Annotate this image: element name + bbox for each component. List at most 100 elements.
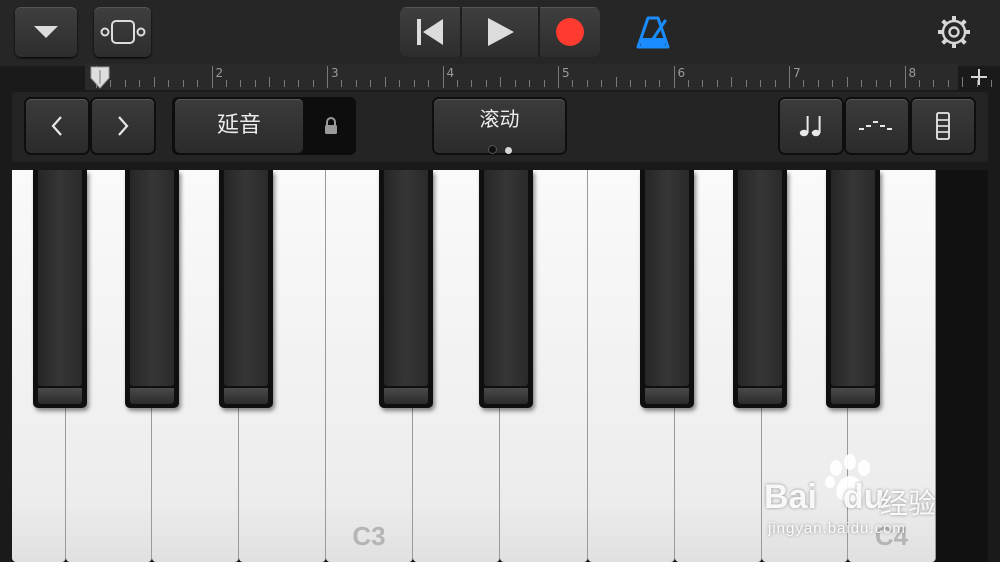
play-icon [488, 18, 514, 46]
chevron-left-icon [51, 116, 62, 136]
ruler-bar-number: 4 [446, 66, 455, 80]
transport-controls [400, 7, 600, 57]
black-key[interactable] [219, 170, 273, 408]
ruler-beat-tick [225, 80, 227, 87]
ruler-beat-tick [456, 80, 458, 87]
ruler-beat-tick [384, 77, 386, 87]
ruler-bar-number: 7 [793, 66, 801, 80]
arpeggiator-button[interactable] [846, 99, 908, 153]
scroll-label: 滚动 [479, 107, 520, 131]
chevron-right-icon [118, 116, 129, 136]
ruler-beat-tick [687, 80, 689, 87]
black-key-lip [738, 388, 782, 404]
ruler-beat-tick [370, 80, 372, 87]
ruler-beat-tick [485, 80, 487, 87]
ruler-bar-tick [327, 66, 328, 88]
ruler-bar-number: 8 [908, 66, 917, 80]
black-key[interactable] [125, 170, 179, 408]
ruler-beat-tick [543, 80, 545, 87]
ruler-beat-tick [240, 80, 242, 87]
record-icon [556, 18, 584, 46]
sustain-group: 延音 [172, 97, 356, 155]
watermark-brand: Bai du [764, 478, 884, 517]
ruler-bar-tick [789, 66, 790, 88]
black-key-face [645, 170, 689, 386]
dropdown-button[interactable] [15, 7, 77, 57]
ruler-beat-tick [861, 80, 863, 87]
ruler-beat-tick [254, 80, 256, 87]
go-to-beginning-icon [417, 19, 443, 45]
ruler-beat-tick [110, 80, 112, 87]
ruler-beat-tick [644, 80, 646, 87]
ruler-beat-tick [659, 80, 661, 87]
black-key-lip [384, 388, 428, 404]
ruler-beat-tick [630, 80, 632, 87]
keyboard-size-button[interactable] [912, 99, 974, 153]
black-key[interactable] [640, 170, 694, 408]
go-to-beginning-button[interactable] [400, 7, 460, 57]
ruler-bar-number: 6 [677, 66, 686, 80]
black-key[interactable] [379, 170, 433, 408]
octave-down-button[interactable] [26, 99, 88, 153]
octave-up-button[interactable] [92, 99, 154, 153]
ruler-beat-tick [283, 80, 285, 87]
chevron-down-icon [34, 26, 58, 38]
ruler-beat-tick [428, 80, 430, 87]
key-note-label: C3 [352, 521, 386, 551]
play-button[interactable] [462, 7, 538, 57]
baidu-jingyan-watermark: Bai du 经验 jingyan.baidu.com [764, 452, 994, 542]
ruler-beat-tick [355, 80, 357, 87]
gear-icon[interactable] [936, 14, 972, 50]
black-key[interactable] [733, 170, 787, 408]
ruler-beat-tick [197, 80, 199, 87]
ruler-beat-tick [500, 77, 502, 87]
scroll-button[interactable]: 滚动 [434, 99, 565, 154]
ruler-bar-tick [442, 66, 444, 88]
playhead-marker[interactable] [90, 66, 110, 90]
ruler-beat-tick [153, 77, 155, 87]
note-values-button[interactable] [780, 99, 842, 153]
view-toggle-button[interactable] [94, 7, 151, 57]
top-toolbar [0, 0, 1000, 66]
ruler-bar-tick [558, 66, 559, 88]
ruler-beat-tick [269, 77, 271, 87]
black-key-face [224, 170, 268, 386]
ruler-beat-tick [298, 80, 300, 87]
lock-icon[interactable] [323, 117, 339, 135]
ruler-beat-tick [182, 80, 184, 87]
ruler-beat-tick [399, 80, 401, 87]
black-key-lip [224, 388, 268, 404]
black-key[interactable] [33, 170, 87, 408]
ruler-beat-tick [529, 80, 531, 87]
black-key-face [738, 170, 782, 386]
ruler-beat-tick [760, 80, 762, 87]
arpeggiator-icon [859, 121, 892, 130]
ruler-beat-tick [139, 80, 141, 87]
black-key[interactable] [479, 170, 533, 408]
ruler-beat-tick [514, 80, 516, 87]
ruler-beat-tick [341, 80, 343, 87]
ruler-beat-tick [817, 80, 819, 87]
ruler-bar-number: 2 [215, 66, 224, 80]
black-key[interactable] [826, 170, 880, 408]
metronome-icon[interactable] [636, 16, 670, 50]
ruler-beat-tick [572, 80, 574, 87]
ruler-beat-tick [745, 80, 747, 87]
page-dot-active [504, 147, 512, 154]
page-dot [487, 145, 497, 154]
plus-icon[interactable] [966, 64, 992, 90]
timeline-ruler[interactable]: 12345678 [85, 64, 993, 90]
ruler-beat-tick [702, 80, 704, 87]
ruler-beat-tick [918, 80, 920, 87]
black-key-lip [831, 388, 875, 404]
ruler-beat-tick [312, 80, 314, 87]
ruler-beat-tick [832, 80, 834, 87]
view-toggle-icon [100, 20, 145, 44]
black-key-lip [130, 388, 174, 404]
black-key-face [484, 170, 528, 386]
ruler-bar-tick [211, 66, 213, 88]
record-button[interactable] [540, 7, 600, 57]
black-key-face [384, 170, 428, 386]
ruler-beat-tick [890, 80, 892, 87]
sustain-button[interactable]: 延音 [175, 99, 303, 153]
